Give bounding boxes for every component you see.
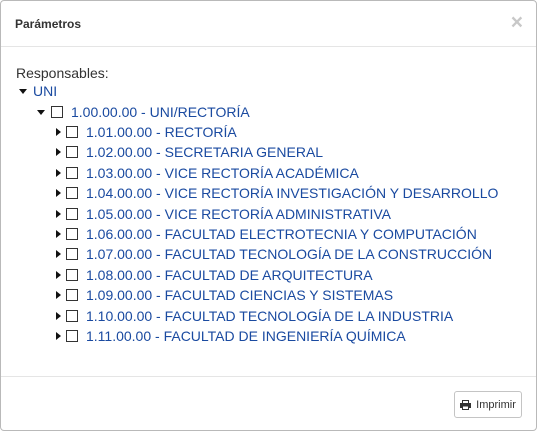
tree-checkbox[interactable] [66,166,78,179]
tree-node-label[interactable]: 1.07.00.00 - FACULTAD TECNOLOGÍA DE LA C… [86,246,492,262]
tree-node-label[interactable]: 1.04.00.00 - VICE RECTORÍA INVESTIGACIÓN… [86,185,498,201]
tree-checkbox[interactable] [66,187,78,200]
tree-checkbox[interactable] [66,289,78,302]
tree-node-label[interactable]: 1.05.00.00 - VICE RECTORÍA ADMINISTRATIV… [86,206,391,222]
caret-right-icon[interactable] [56,291,61,300]
tree-node-child[interactable]: 1.10.00.00 - FACULTAD TECNOLOGÍA DE LA I… [56,306,453,326]
tree-checkbox[interactable] [66,126,78,138]
tree-checkbox[interactable] [66,268,78,281]
tree-node-child[interactable]: 1.07.00.00 - FACULTAD TECNOLOGÍA DE LA C… [56,244,492,264]
tree-node-label[interactable]: 1.03.00.00 - VICE RECTORÍA ACADÉMICA [86,165,359,181]
caret-right-icon[interactable] [56,189,61,198]
tree-checkbox[interactable] [66,248,78,261]
tree-node-child[interactable]: 1.03.00.00 - VICE RECTORÍA ACADÉMICA [56,163,359,183]
tree-node-label[interactable]: 1.06.00.00 - FACULTAD ELECTROTECNIA Y CO… [86,226,477,242]
tree-checkbox[interactable] [66,228,78,240]
caret-right-icon[interactable] [56,311,61,320]
tree-checkbox[interactable] [66,330,78,342]
parameters-dialog: Parámetros × Responsables: UNI 1.00.00.0… [0,0,537,431]
tree-node-label[interactable]: 1.10.00.00 - FACULTAD TECNOLOGÍA DE LA I… [86,308,453,324]
caret-right-icon[interactable] [56,230,61,238]
tree-node-label[interactable]: 1.01.00.00 - RECTORÍA [86,124,237,140]
dialog-footer: Imprimir [1,376,536,431]
dialog-body: Responsables: UNI 1.00.00.00 - UNI/RECTO… [1,47,536,376]
printer-icon [460,399,472,410]
tree-node-child[interactable]: 1.04.00.00 - VICE RECTORÍA INVESTIGACIÓN… [56,183,498,203]
caret-down-icon[interactable] [19,88,27,94]
dialog-header: Parámetros × [1,1,536,47]
close-icon[interactable]: × [511,12,523,33]
tree-checkbox[interactable] [66,207,78,220]
tree-node-child[interactable]: 1.01.00.00 - RECTORÍA [56,122,237,142]
tree-checkbox[interactable] [51,106,63,118]
caret-right-icon[interactable] [56,128,61,136]
tree-node-uni[interactable]: UNI [19,81,57,101]
print-button[interactable]: Imprimir [454,391,522,418]
caret-right-icon[interactable] [56,332,61,340]
tree-node-label[interactable]: UNI [33,83,57,99]
tree-node-label[interactable]: 1.11.00.00 - FACULTAD DE INGENIERÍA QUÍM… [86,328,406,344]
tree-checkbox[interactable] [66,309,78,322]
tree-node-label[interactable]: 1.08.00.00 - FACULTAD DE ARQUITECTURA [86,267,373,283]
tree-node-uni-rectoria[interactable]: 1.00.00.00 - UNI/RECTORÍA [37,102,250,122]
dialog-title: Parámetros [15,17,82,31]
tree-node-label[interactable]: 1.09.00.00 - FACULTAD CIENCIAS Y SISTEMA… [86,287,393,303]
tree-node-label[interactable]: 1.00.00.00 - UNI/RECTORÍA [71,104,250,120]
caret-down-icon[interactable] [37,109,45,115]
print-button-label[interactable]: Imprimir [476,399,516,411]
tree-node-child[interactable]: 1.05.00.00 - VICE RECTORÍA ADMINISTRATIV… [56,204,391,224]
tree-node-child[interactable]: 1.02.00.00 - SECRETARIA GENERAL [56,142,323,162]
caret-right-icon[interactable] [56,209,61,218]
tree-checkbox[interactable] [66,146,78,159]
caret-right-icon[interactable] [56,270,61,279]
responsables-label: Responsables: [16,65,109,81]
tree-node-child[interactable]: 1.06.00.00 - FACULTAD ELECTROTECNIA Y CO… [56,224,477,244]
caret-right-icon[interactable] [56,250,61,259]
tree-node-label[interactable]: 1.02.00.00 - SECRETARIA GENERAL [86,144,323,160]
caret-right-icon[interactable] [56,148,61,157]
caret-right-icon[interactable] [56,168,61,177]
tree-node-child[interactable]: 1.09.00.00 - FACULTAD CIENCIAS Y SISTEMA… [56,285,393,305]
tree-node-child[interactable]: 1.11.00.00 - FACULTAD DE INGENIERÍA QUÍM… [56,326,406,346]
tree-node-child[interactable]: 1.08.00.00 - FACULTAD DE ARQUITECTURA [56,265,373,285]
